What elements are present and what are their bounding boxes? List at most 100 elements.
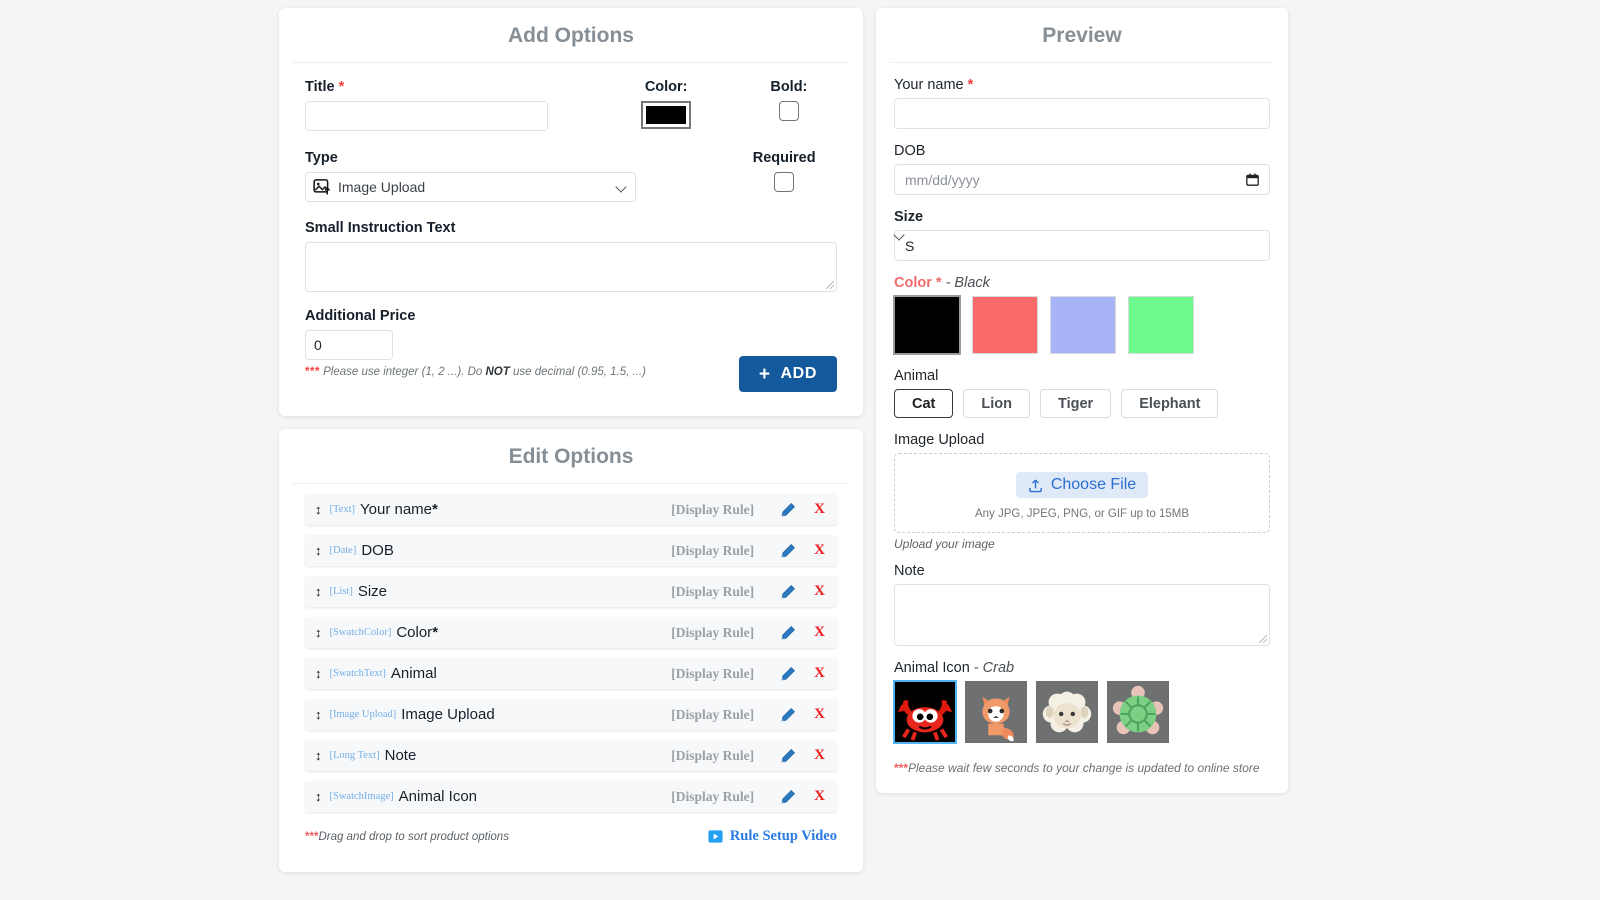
price-input[interactable]: [305, 330, 393, 360]
upload-under-note: Upload your image: [894, 537, 995, 551]
preview-footer-stars: ***: [894, 761, 909, 775]
display-rule-link[interactable]: [Display Rule]: [671, 748, 754, 764]
x-icon[interactable]: X: [814, 665, 825, 682]
preview-dob-input[interactable]: mm/dd/yyyy: [894, 164, 1270, 195]
add-button-label: ADD: [780, 365, 817, 382]
color-picker-swatch: [646, 106, 687, 124]
required-checkbox[interactable]: [774, 172, 795, 192]
animal-icon-fox[interactable]: [965, 681, 1027, 743]
drag-handle-icon[interactable]: ↕: [315, 543, 322, 558]
video-icon: [708, 830, 723, 843]
pencil-icon[interactable]: [780, 584, 796, 600]
bold-field-group: Bold:: [741, 79, 837, 124]
preview-dropzone[interactable]: Choose File Any JPG, JPEG, PNG, or GIF u…: [894, 453, 1270, 533]
table-row[interactable]: ↕ [SwatchImage] Animal Icon [Display Rule] X: [305, 781, 837, 812]
x-icon[interactable]: X: [814, 501, 825, 518]
color-swatch-blue[interactable]: [1050, 296, 1116, 354]
pencil-icon[interactable]: [780, 707, 796, 723]
animal-option-cat[interactable]: Cat: [894, 389, 954, 418]
preview-form: Your name * DOB mm/dd/yyyy Size S Color …: [876, 63, 1288, 775]
table-row[interactable]: ↕ [SwatchColor] Color * [Display Rule] X: [305, 617, 837, 648]
display-rule-link[interactable]: [Display Rule]: [671, 543, 754, 559]
bold-checkbox[interactable]: [778, 101, 799, 121]
table-row[interactable]: ↕ [Long Text] Note [Display Rule] X: [305, 740, 837, 771]
display-rule-link[interactable]: [Display Rule]: [671, 789, 754, 805]
option-name: Animal: [390, 665, 437, 682]
table-row[interactable]: ↕ [Date] DOB [Display Rule] X: [305, 535, 837, 566]
animal-option-label: Tiger: [1057, 395, 1094, 412]
preview-color-label: Color * - Black: [894, 275, 990, 291]
table-row[interactable]: ↕ [Image Upload] Image Upload [Display Rule…: [305, 699, 837, 730]
calendar-icon[interactable]: [1246, 173, 1259, 186]
pencil-icon[interactable]: [780, 543, 796, 559]
color-picker[interactable]: [641, 101, 692, 129]
preview-note-textarea[interactable]: [894, 584, 1270, 646]
preview-name-input[interactable]: [894, 98, 1270, 129]
animal-option-elephant[interactable]: Elephant: [1121, 389, 1219, 418]
animal-option-lion[interactable]: Lion: [963, 389, 1030, 418]
x-icon[interactable]: X: [814, 706, 825, 723]
options-list: ↕ [Text] Your name * [Display Rule] X ↕ [Date] D…: [279, 484, 863, 812]
drag-handle-icon[interactable]: ↕: [315, 625, 322, 640]
pencil-icon[interactable]: [780, 748, 796, 764]
preview-dob-placeholder: mm/dd/yyyy: [905, 171, 980, 188]
display-rule-link[interactable]: [Display Rule]: [671, 584, 754, 600]
preview-size-select[interactable]: S: [894, 230, 1270, 261]
rule-setup-video-label: Rule Setup Video: [729, 828, 837, 844]
type-select[interactable]: Image Upload: [305, 172, 637, 202]
animal-option-label: Lion: [981, 395, 1012, 412]
x-icon[interactable]: X: [814, 542, 825, 559]
table-row[interactable]: ↕ [Text] Your name * [Display Rule] X: [305, 494, 837, 525]
title-field-group: Title *: [305, 79, 548, 131]
type-required-row: Type Image Upload Required: [305, 150, 837, 202]
price-label: Additional Price: [305, 308, 416, 324]
display-rule-link[interactable]: [Display Rule]: [671, 625, 754, 641]
display-rule-link[interactable]: [Display Rule]: [671, 707, 754, 723]
drag-handle-icon[interactable]: ↕: [315, 666, 322, 681]
preview-footer-note: ***Please wait few seconds to your chang…: [894, 761, 1270, 775]
price-hint-a: Please use integer (1, 2 ...). Do: [319, 366, 486, 378]
add-button[interactable]: + ADD: [738, 356, 837, 392]
color-swatch-red[interactable]: [972, 296, 1038, 354]
pencil-icon[interactable]: [780, 789, 796, 805]
choose-file-button[interactable]: Choose File: [1015, 472, 1149, 498]
table-row[interactable]: ↕ [SwatchText] Animal [Display Rule] X: [305, 658, 837, 689]
animal-option-tiger[interactable]: Tiger: [1039, 389, 1112, 418]
pencil-icon[interactable]: [780, 625, 796, 641]
pencil-icon[interactable]: [780, 666, 796, 682]
x-icon[interactable]: X: [814, 624, 825, 641]
color-swatch-black[interactable]: [893, 295, 961, 355]
preview-size-value: S: [905, 237, 915, 254]
title-input[interactable]: [305, 101, 548, 131]
animal-icon-turtle[interactable]: [1107, 681, 1169, 743]
drag-handle-icon[interactable]: ↕: [315, 789, 322, 804]
drag-handle-icon[interactable]: ↕: [315, 707, 322, 722]
animal-icon-sheep[interactable]: [1036, 681, 1098, 743]
price-hint-stars: ***: [305, 366, 320, 378]
animal-icon-crab[interactable]: [893, 680, 957, 744]
preview-size-label: Size: [894, 209, 924, 225]
upload-hint: Any JPG, JPEG, PNG, or GIF up to 15MB: [974, 508, 1190, 520]
display-rule-link[interactable]: [Display Rule]: [671, 666, 754, 682]
required-asterisk: *: [967, 77, 974, 93]
rule-setup-video-link[interactable]: Rule Setup Video: [708, 828, 837, 845]
required-asterisk: *: [432, 624, 439, 641]
option-name: Your name: [360, 501, 433, 518]
edit-options-title: Edit Options: [293, 429, 849, 484]
display-rule-link[interactable]: [Display Rule]: [671, 502, 754, 518]
drag-handle-icon[interactable]: ↕: [315, 748, 322, 763]
instruction-textarea[interactable]: [305, 242, 837, 292]
price-hint-not: NOT: [485, 366, 510, 378]
add-options-title: Add Options: [293, 8, 849, 63]
required-label: Required: [752, 150, 816, 166]
color-swatch-green[interactable]: [1128, 296, 1194, 354]
table-row[interactable]: ↕ [List] Size [Display Rule] X: [305, 576, 837, 607]
drag-handle-icon[interactable]: ↕: [315, 502, 322, 517]
option-type: [Text]: [329, 504, 356, 515]
x-icon[interactable]: X: [814, 583, 825, 600]
x-icon[interactable]: X: [814, 747, 825, 764]
preview-upload-label: Image Upload: [894, 432, 985, 448]
x-icon[interactable]: X: [814, 788, 825, 805]
drag-handle-icon[interactable]: ↕: [315, 584, 322, 599]
pencil-icon[interactable]: [780, 502, 796, 518]
